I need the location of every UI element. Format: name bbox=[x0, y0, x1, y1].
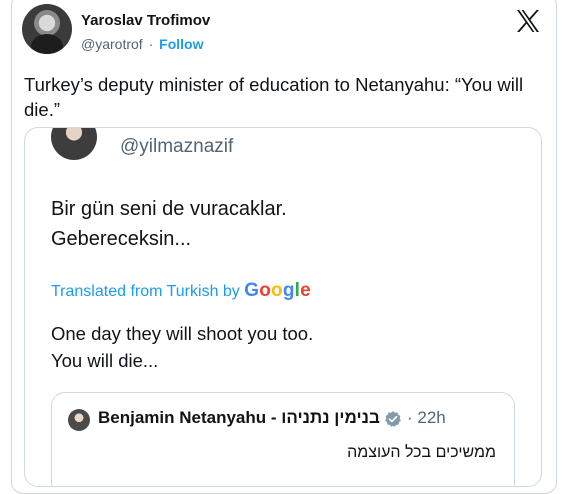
translation-label: Translated from Turkish by Google bbox=[51, 280, 311, 302]
follow-button[interactable]: Follow bbox=[159, 36, 203, 52]
embedded-english-translation: One day they will shoot you too. You wil… bbox=[51, 323, 314, 371]
embedded-screenshot[interactable]: @yilmaznazif Bir gün seni de vuracaklar.… bbox=[24, 127, 542, 487]
author-handle[interactable]: @yarotrof bbox=[81, 36, 143, 52]
embedded-handle: @yilmaznazif bbox=[120, 136, 234, 157]
quoted-author-name: Benjamin Netanyahu - בנימין נתניהו bbox=[98, 408, 380, 427]
quoted-timestamp: · 22h bbox=[407, 408, 446, 427]
translated-from-text: Translated from Turkish by bbox=[51, 283, 245, 300]
tweet-text: Turkey’s deputy minister of education to… bbox=[24, 74, 524, 120]
quoted-avatar bbox=[68, 409, 90, 431]
x-logo-icon[interactable] bbox=[516, 10, 540, 32]
quoted-tweet: Benjamin Netanyahu - בנימין נתניהו · 22h… bbox=[51, 392, 515, 486]
author-name[interactable]: Yaroslav Trofimov bbox=[81, 12, 210, 30]
author-avatar[interactable] bbox=[22, 4, 72, 54]
meta-separator: · bbox=[148, 36, 154, 52]
google-logo: Google bbox=[244, 280, 311, 301]
author-meta: @yarotrof · Follow bbox=[81, 36, 203, 53]
embedded-avatar bbox=[51, 128, 97, 160]
quoted-text: ממשיכים בכל העוצמה bbox=[347, 444, 496, 461]
verified-badge-icon bbox=[385, 411, 401, 427]
embedded-turkish-text: Bir gün seni de vuracaklar. Gebereceksin… bbox=[51, 198, 287, 250]
